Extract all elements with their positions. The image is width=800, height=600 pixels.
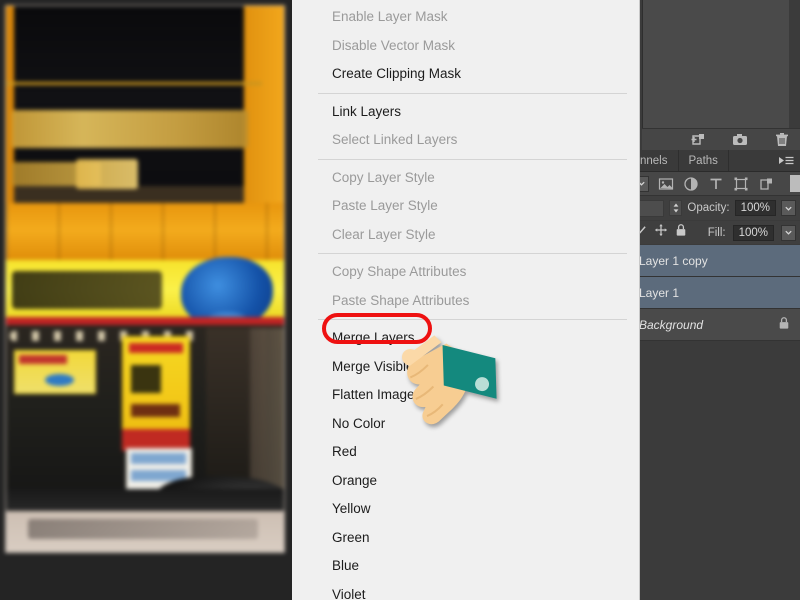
menu-item-paste-shape-attributes[interactable]: Paste Shape Attributes — [292, 287, 639, 316]
new-layer-icon[interactable] — [690, 132, 706, 148]
layer-row-layer-1[interactable]: Layer 1 — [630, 277, 800, 309]
layer-name: Background — [639, 317, 704, 332]
menu-item-yellow[interactable]: Yellow — [292, 495, 639, 524]
menu-separator — [318, 319, 627, 320]
filter-smartobject-icon[interactable] — [758, 176, 774, 192]
filter-toggle-switch[interactable] — [790, 175, 800, 192]
blend-mode-row: Opacity: 100% — [630, 196, 800, 220]
lock-icon — [778, 316, 790, 333]
panel-tab-strip: nnels Paths — [630, 150, 800, 172]
photo-yellow-banner-text — [12, 270, 162, 310]
photo-signboard — [6, 6, 284, 187]
menu-item-copy-layer-style[interactable]: Copy Layer Style — [292, 164, 639, 193]
filter-pixel-icon[interactable] — [658, 176, 674, 192]
photo-watermark — [28, 519, 258, 540]
tab-paths-label: Paths — [688, 154, 718, 167]
opacity-label: Opacity: — [687, 202, 730, 214]
menu-item-merge-visible[interactable]: Merge Visible — [292, 353, 639, 382]
menu-separator — [318, 158, 627, 160]
menu-item-enable-layer-mask[interactable]: Enable Layer Mask — [292, 3, 639, 32]
lock-all-icon[interactable] — [675, 223, 687, 242]
tab-paths[interactable]: Paths — [679, 150, 729, 171]
layer-context-menu[interactable]: Enable Layer Mask Disable Vector Mask Cr… — [292, 0, 640, 600]
fill-value[interactable]: 100% — [732, 224, 774, 241]
layers-panel: nnels Paths Opacity: 100% Fill: 100% Lay… — [630, 0, 800, 600]
layer-row-layer-1-copy[interactable]: Layer 1 copy — [630, 245, 800, 277]
menu-item-orange[interactable]: Orange — [292, 467, 639, 496]
menu-item-violet[interactable]: Violet — [292, 581, 639, 600]
fill-dropdown-icon[interactable] — [781, 224, 796, 241]
layer-row-background[interactable]: Background — [630, 309, 800, 341]
history-panel-empty-area[interactable] — [642, 0, 789, 128]
filter-shape-icon[interactable] — [733, 176, 749, 192]
photo-sign-rule — [6, 82, 262, 86]
menu-separator — [318, 253, 627, 254]
opacity-stepper[interactable] — [669, 200, 683, 216]
delete-trash-icon[interactable] — [774, 132, 790, 148]
filter-adjustment-icon[interactable] — [683, 176, 699, 192]
menu-item-red[interactable]: Red — [292, 438, 639, 467]
menu-item-create-clipping-mask[interactable]: Create Clipping Mask — [292, 60, 639, 89]
menu-item-select-linked-layers[interactable]: Select Linked Layers — [292, 126, 639, 155]
layer-filter-bar — [630, 172, 800, 196]
menu-item-blue[interactable]: Blue — [292, 552, 639, 581]
layer-list: Layer 1 copy Layer 1 Background — [630, 245, 800, 600]
photo-frame-right — [244, 6, 284, 225]
menu-item-clear-layer-style[interactable]: Clear Layer Style — [292, 221, 639, 250]
opacity-dropdown-icon[interactable] — [781, 200, 796, 216]
menu-item-copy-shape-attributes[interactable]: Copy Shape Attributes — [292, 258, 639, 287]
layer-name: Layer 1 copy — [639, 253, 708, 268]
filter-type-icon[interactable] — [708, 176, 724, 192]
snapshot-camera-icon[interactable] — [732, 132, 748, 148]
photo-tile-grid — [6, 202, 284, 263]
photo-sign-logo — [76, 158, 138, 189]
canvas-photo — [5, 5, 285, 553]
layer-name: Layer 1 — [639, 285, 680, 300]
fill-label: Fill: — [707, 226, 726, 239]
photo-sign-headline — [12, 109, 249, 148]
panel-menu-icon[interactable] — [778, 150, 800, 171]
menu-item-no-color[interactable]: No Color — [292, 410, 639, 439]
fill-row: Fill: 100% — [630, 221, 800, 244]
image-canvas[interactable] — [0, 0, 292, 600]
menu-item-flatten-image[interactable]: Flatten Image — [292, 381, 639, 410]
menu-item-green[interactable]: Green — [292, 524, 639, 553]
lock-position-icon[interactable] — [654, 223, 668, 242]
menu-separator — [318, 92, 627, 94]
tab-channels-label: nnels — [640, 154, 668, 167]
menu-item-merge-layers[interactable]: Merge Layers — [292, 324, 639, 353]
screenshot-root: nnels Paths Opacity: 100% Fill: 100% Lay… — [0, 0, 800, 600]
menu-item-link-layers[interactable]: Link Layers — [292, 98, 639, 127]
opacity-value[interactable]: 100% — [734, 200, 776, 216]
menu-item-paste-layer-style[interactable]: Paste Layer Style — [292, 192, 639, 221]
history-panel-button-bar — [642, 128, 800, 150]
photo-left-poster — [14, 349, 96, 394]
menu-item-disable-vector-mask[interactable]: Disable Vector Mask — [292, 32, 639, 61]
photo-doorway-highlight — [250, 328, 284, 498]
